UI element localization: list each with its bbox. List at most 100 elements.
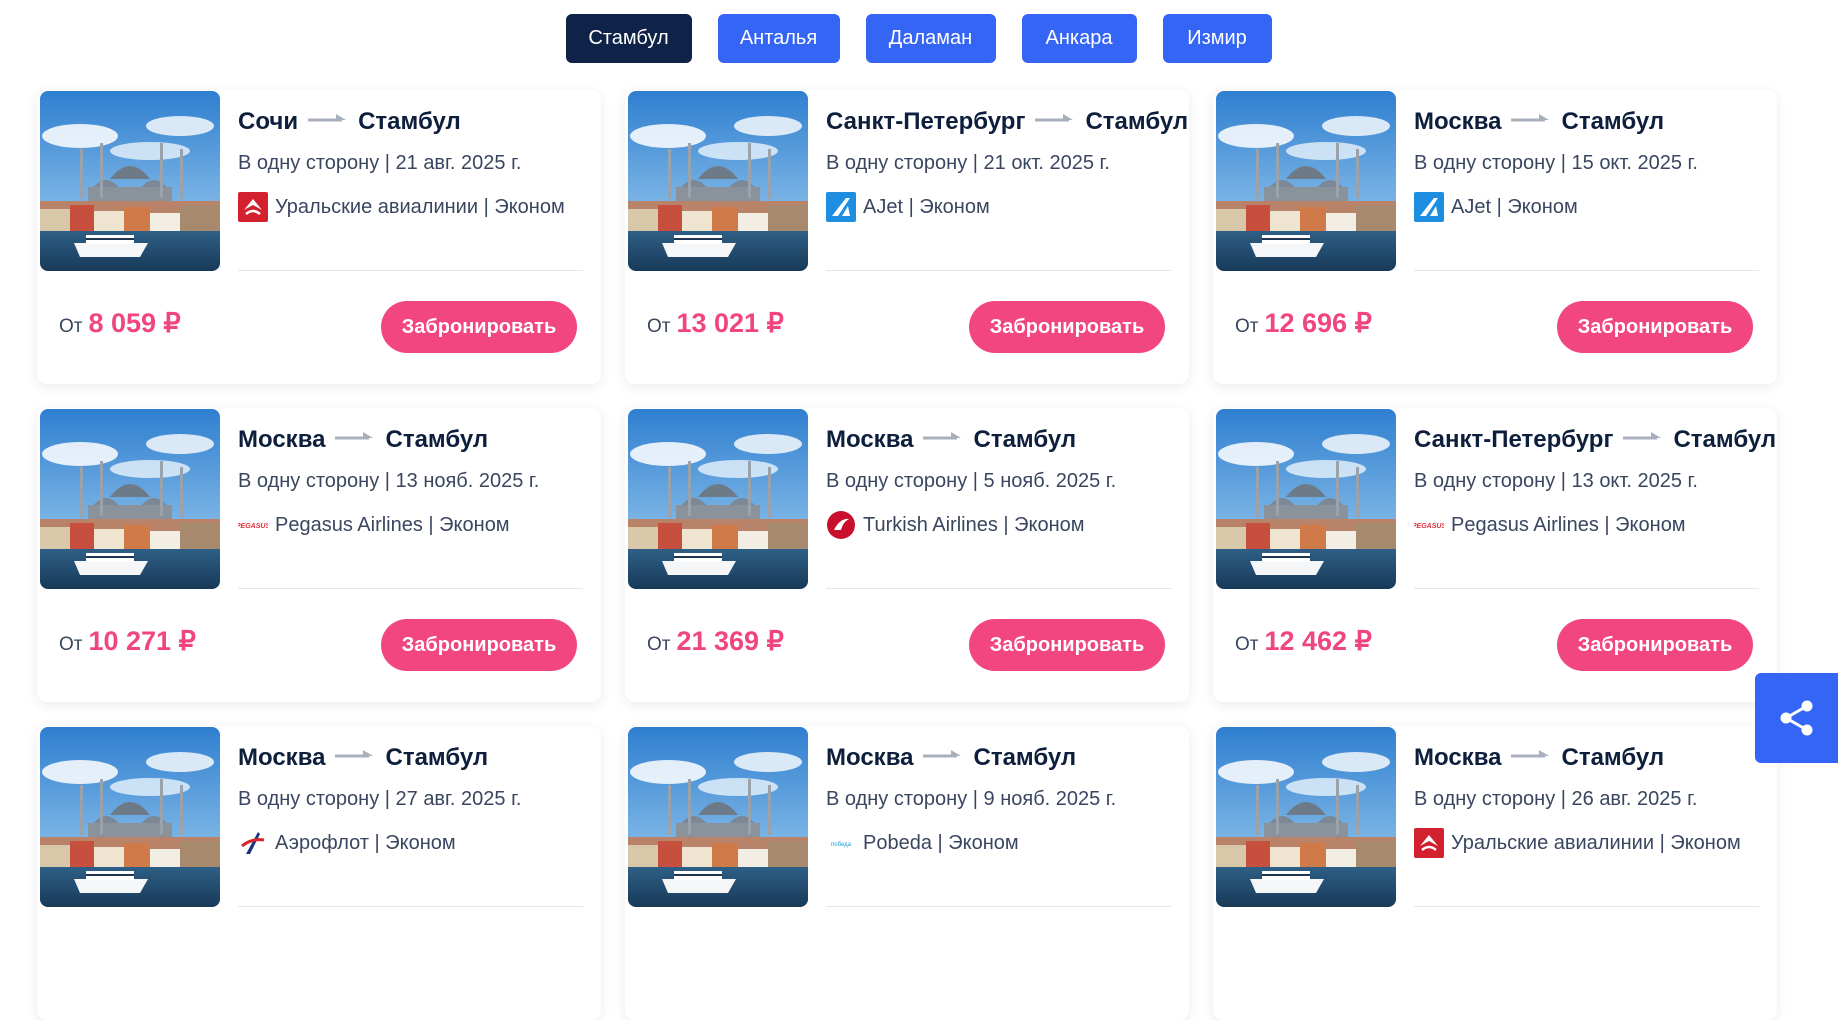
pegasus-logo: PEGASUS: [1414, 523, 1444, 530]
price-prefix: От: [1235, 316, 1259, 337]
trip-details: В одну сторону | 15 окт. 2025 г.: [1414, 152, 1698, 174]
divider: [238, 588, 583, 589]
divider: [826, 270, 1171, 271]
airline-label: Pegasus Airlines | Эконом: [1451, 513, 1686, 536]
price-prefix: От: [647, 634, 671, 655]
divider: [1414, 270, 1759, 271]
route: Москва Стамбул: [1414, 108, 1664, 136]
destination-photo: [1216, 91, 1396, 271]
turkish-airlines-logo: [827, 511, 855, 539]
destination-photo: [40, 727, 220, 907]
origin-city: Москва: [238, 744, 326, 771]
origin-city: Москва: [826, 744, 914, 771]
price-prefix: От: [59, 634, 83, 655]
book-button[interactable]: Забронировать: [381, 619, 577, 671]
origin-city: Санкт-Петербург: [826, 108, 1026, 135]
ural-airlines-logo: [238, 192, 268, 222]
route: Москва Стамбул: [238, 744, 488, 772]
route: Москва Стамбул: [1414, 744, 1664, 772]
origin-city: Сочи: [238, 108, 299, 135]
book-button[interactable]: Забронировать: [1557, 619, 1753, 671]
ajet-logo: [826, 192, 856, 222]
tab-izmir[interactable]: Измир: [1162, 14, 1272, 63]
destination-city: Стамбул: [385, 744, 489, 771]
price-prefix: От: [1235, 634, 1259, 655]
tab-antalya[interactable]: Анталья: [717, 14, 840, 63]
tab-istanbul[interactable]: Стамбул: [565, 14, 692, 63]
book-button[interactable]: Забронировать: [969, 619, 1165, 671]
tab-ankara[interactable]: Анкара: [1021, 14, 1137, 63]
price-amount: 12 696 ₽: [1264, 308, 1372, 338]
airline-info: победа Pobeda | Эконом: [826, 828, 1019, 858]
flight-offers-grid: Сочи Стамбул В одну сторону | 21 авг. 20…: [37, 90, 1777, 1020]
flight-card[interactable]: Сочи Стамбул В одну сторону | 21 авг. 20…: [37, 90, 601, 384]
aeroflot-logo: [241, 832, 265, 854]
arrow-right-icon: [325, 426, 385, 454]
arrow-right-icon: [325, 744, 385, 772]
flight-card[interactable]: Москва Стамбул В одну сторону | 26 авг. …: [1213, 726, 1777, 1020]
share-icon: [1780, 700, 1812, 736]
flight-card[interactable]: Москва Стамбул В одну сторону | 5 нояб. …: [625, 408, 1189, 702]
flight-card[interactable]: Москва Стамбул В одну сторону | 9 нояб. …: [625, 726, 1189, 1020]
price-amount: 12 462 ₽: [1264, 626, 1372, 656]
route: Москва Стамбул: [238, 426, 488, 454]
flight-card[interactable]: Москва Стамбул В одну сторону | 15 окт. …: [1213, 90, 1777, 384]
pobeda-logo: победа: [831, 842, 852, 848]
arrow-right-icon: [1501, 744, 1561, 772]
airline-label: Уральские авиалинии | Эконом: [1451, 831, 1741, 854]
flight-card[interactable]: Москва Стамбул В одну сторону | 13 нояб.…: [37, 408, 601, 702]
share-button[interactable]: [1755, 673, 1838, 763]
flight-card[interactable]: Санкт-Петербург Стамбул В одну сторону |…: [625, 90, 1189, 384]
destination-photo: [40, 409, 220, 589]
airline-info: PEGASUS Pegasus Airlines | Эконом: [1414, 510, 1686, 540]
svg-text:PEGASUS: PEGASUS: [238, 523, 268, 530]
price: От 12 462 ₽: [1235, 626, 1372, 657]
flight-card[interactable]: Москва Стамбул В одну сторону | 27 авг. …: [37, 726, 601, 1020]
destination-city: Стамбул: [1561, 744, 1665, 771]
divider: [826, 906, 1171, 907]
destination-city: Стамбул: [1561, 108, 1665, 135]
route: Сочи Стамбул: [238, 108, 461, 136]
price-amount: 8 059 ₽: [88, 308, 181, 338]
arrow-right-icon: [913, 744, 973, 772]
airline-label: Pobeda | Эконом: [863, 831, 1019, 854]
trip-details: В одну сторону | 26 авг. 2025 г.: [1414, 788, 1698, 810]
book-button[interactable]: Забронировать: [381, 301, 577, 353]
airline-label: Turkish Airlines | Эконом: [863, 513, 1085, 536]
airline-info: Аэрофлот | Эконом: [238, 828, 456, 858]
destination-city: Стамбул: [973, 744, 1077, 771]
arrow-right-icon: [913, 426, 973, 454]
trip-details: В одну сторону | 13 окт. 2025 г.: [1414, 470, 1698, 492]
airline-info: Turkish Airlines | Эконом: [826, 510, 1085, 540]
destination-photo: [628, 91, 808, 271]
flight-card[interactable]: Санкт-Петербург Стамбул В одну сторону |…: [1213, 408, 1777, 702]
airline-label: AJet | Эконом: [863, 195, 990, 218]
origin-city: Москва: [1414, 744, 1502, 771]
divider: [1414, 906, 1759, 907]
divider: [238, 906, 583, 907]
destination-city: Стамбул: [1673, 426, 1777, 453]
destination-photo: [40, 91, 220, 271]
destination-photo: [628, 727, 808, 907]
destination-city: Стамбул: [973, 426, 1077, 453]
origin-city: Москва: [1414, 108, 1502, 135]
price: От 8 059 ₽: [59, 308, 181, 339]
book-button[interactable]: Забронировать: [1557, 301, 1753, 353]
price-amount: 13 021 ₽: [676, 308, 784, 338]
airline-label: Аэрофлот | Эконом: [275, 831, 456, 854]
book-button[interactable]: Забронировать: [969, 301, 1165, 353]
origin-city: Москва: [826, 426, 914, 453]
tab-dalaman[interactable]: Даламан: [865, 14, 996, 63]
airline-info: Уральские авиалинии | Эконом: [238, 192, 565, 222]
destination-city: Стамбул: [1085, 108, 1189, 135]
trip-details: В одну сторону | 21 авг. 2025 г.: [238, 152, 522, 174]
airline-label: Уральские авиалинии | Эконом: [275, 195, 565, 218]
ural-airlines-logo: [1414, 828, 1444, 858]
price: От 13 021 ₽: [647, 308, 784, 339]
airline-label: Pegasus Airlines | Эконом: [275, 513, 510, 536]
svg-text:PEGASUS: PEGASUS: [1414, 523, 1444, 530]
price-amount: 10 271 ₽: [88, 626, 196, 656]
origin-city: Санкт-Петербург: [1414, 426, 1614, 453]
airline-info: PEGASUS Pegasus Airlines | Эконом: [238, 510, 510, 540]
route: Москва Стамбул: [826, 426, 1076, 454]
